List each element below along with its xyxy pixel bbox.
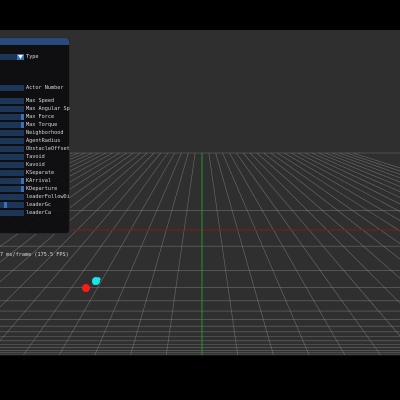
chevron-down-icon[interactable] xyxy=(17,54,24,60)
actor-number-field[interactable] xyxy=(0,85,24,91)
type-combo-row[interactable]: Type xyxy=(0,54,70,60)
slider-grab-handle[interactable] xyxy=(21,178,24,184)
type-combo-field[interactable] xyxy=(0,54,17,60)
param-slider[interactable] xyxy=(0,202,24,208)
slider-grab-handle[interactable] xyxy=(21,122,24,128)
param-slider[interactable] xyxy=(0,130,24,136)
param-slider[interactable] xyxy=(0,178,24,184)
param-slider[interactable] xyxy=(0,98,24,104)
param-slider[interactable] xyxy=(0,210,24,216)
top-letterbox xyxy=(0,0,400,30)
param-slider[interactable] xyxy=(0,106,24,112)
bottom-letterbox xyxy=(0,355,400,400)
param-slider[interactable] xyxy=(0,194,24,200)
slider-grab-handle[interactable] xyxy=(21,114,24,120)
actor-number-row[interactable]: Actor Number xyxy=(0,85,70,91)
panel-title-bar[interactable] xyxy=(0,38,69,45)
param-slider[interactable] xyxy=(0,114,24,120)
red-agent-marker xyxy=(82,284,90,292)
slider-grab-handle[interactable] xyxy=(4,202,7,208)
param-slider[interactable] xyxy=(0,162,24,168)
param-row[interactable]: leaderCa xyxy=(0,210,70,216)
param-slider[interactable] xyxy=(0,138,24,144)
param-slider[interactable] xyxy=(0,122,24,128)
param-slider[interactable] xyxy=(0,154,24,160)
type-label: Type xyxy=(26,54,39,60)
slider-grab-handle[interactable] xyxy=(21,186,24,192)
param-slider[interactable] xyxy=(0,186,24,192)
actor-number-label: Actor Number xyxy=(26,85,64,91)
param-label: leaderCa xyxy=(26,210,51,216)
param-slider[interactable] xyxy=(0,170,24,176)
gui-panel[interactable]: Type Actor Number Max Speed Max Angular S… xyxy=(0,37,70,258)
frame-time-readout: 7 ms/frame (175.5 FPS) xyxy=(0,252,69,258)
param-slider[interactable] xyxy=(0,146,24,152)
